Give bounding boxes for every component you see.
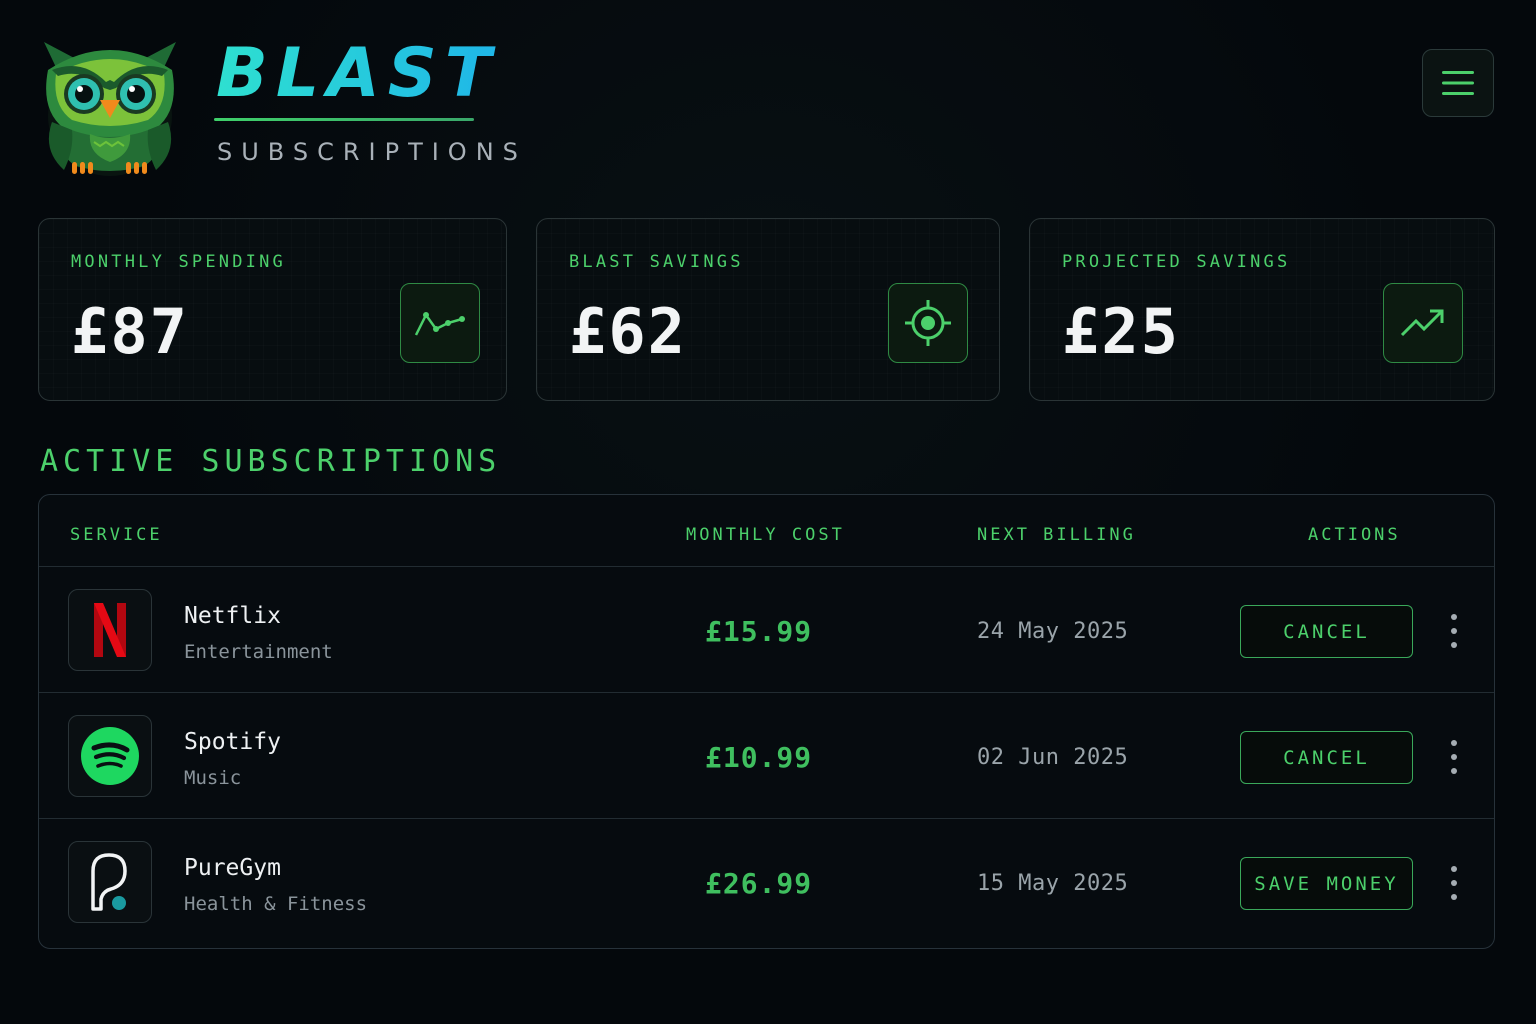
service-name: Spotify (184, 729, 281, 755)
stat-card-monthly-spending: MONTHLY SPENDING £87 (38, 218, 507, 401)
hamburger-menu-icon (1442, 71, 1474, 95)
more-options-icon[interactable] (1444, 863, 1464, 903)
service-name: PureGym (184, 855, 281, 881)
table-row: PureGym Health & Fitness £26.99 15 May 2… (39, 818, 1494, 944)
service-category: Music (184, 767, 242, 789)
stat-label: PROJECTED SAVINGS (1062, 252, 1291, 272)
service-category: Health & Fitness (184, 893, 368, 915)
owl-icon (44, 42, 176, 176)
trending-up-icon (1383, 283, 1463, 363)
brand-subtitle: SUBSCRIPTIONS (217, 138, 527, 166)
cancel-button[interactable]: CANCEL (1240, 605, 1413, 658)
service-name: Netflix (184, 603, 281, 629)
brand-title: BLAST (216, 34, 500, 113)
column-header-next-billing: NEXT BILLING (977, 525, 1136, 545)
table-row: Spotify Music £10.99 02 Jun 2025 CANCEL (39, 692, 1494, 818)
stat-card-blast-savings: BLAST SAVINGS £62 (536, 218, 1000, 401)
stat-card-projected-savings: PROJECTED SAVINGS £25 (1029, 218, 1495, 401)
monthly-cost: £26.99 (705, 867, 813, 900)
monthly-cost: £15.99 (705, 615, 813, 648)
next-billing-date: 15 May 2025 (977, 871, 1129, 896)
column-header-service: SERVICE (70, 525, 163, 545)
more-options-icon[interactable] (1444, 737, 1464, 777)
line-chart-icon (400, 283, 480, 363)
save-money-button[interactable]: SAVE MONEY (1240, 857, 1413, 910)
monthly-cost: £10.99 (705, 741, 813, 774)
next-billing-date: 02 Jun 2025 (977, 745, 1129, 770)
stat-value: £87 (71, 295, 189, 368)
dashboard-page: BLAST SUBSCRIPTIONS MONTHLY SPENDING £87… (0, 0, 1536, 1024)
service-category: Entertainment (184, 641, 333, 663)
section-title: ACTIVE SUBSCRIPTIONS (40, 444, 502, 479)
brand-underline (214, 118, 474, 121)
target-icon (888, 283, 968, 363)
more-options-icon[interactable] (1444, 611, 1464, 651)
stat-label: BLAST SAVINGS (569, 252, 744, 272)
netflix-logo-icon (68, 589, 152, 671)
cancel-button[interactable]: CANCEL (1240, 731, 1413, 784)
column-header-actions: ACTIONS (1308, 525, 1401, 545)
stat-label: MONTHLY SPENDING (71, 252, 286, 272)
stat-value: £25 (1062, 295, 1180, 368)
puregym-logo-icon (68, 841, 152, 923)
subscriptions-table: SERVICE MONTHLY COST NEXT BILLING ACTION… (38, 494, 1495, 949)
column-header-monthly-cost: MONTHLY COST (686, 525, 845, 545)
menu-button[interactable] (1422, 49, 1494, 117)
spotify-logo-icon (68, 715, 152, 797)
table-row: Netflix Entertainment £15.99 24 May 2025… (39, 566, 1494, 692)
stat-value: £62 (569, 295, 687, 368)
next-billing-date: 24 May 2025 (977, 619, 1129, 644)
